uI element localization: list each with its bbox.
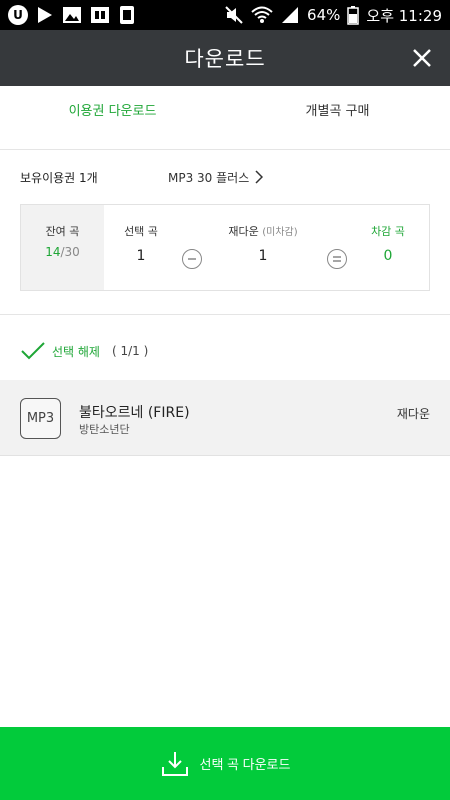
close-button[interactable]	[408, 44, 436, 72]
deselect-toggle[interactable]: 선택 해제 ( 1/1 )	[20, 338, 148, 364]
play-icon	[38, 7, 52, 23]
minus-icon	[182, 249, 202, 269]
deselect-label: 선택 해제	[52, 344, 100, 359]
wifi-icon	[251, 6, 273, 23]
checkmark-icon	[21, 342, 45, 360]
store-icon	[91, 7, 109, 23]
mp3-icon: MP3	[20, 398, 61, 439]
remaining-used: 14	[45, 245, 61, 259]
gallery-icon	[63, 7, 81, 23]
system-icons: 64% 오후 11:29	[224, 5, 442, 26]
redownload-songs: 재다운 (미차감) 1	[221, 223, 305, 264]
notification-icons: U	[8, 5, 136, 25]
section-divider	[0, 314, 450, 315]
signal-icon	[282, 7, 299, 23]
uplus-icon: U	[8, 5, 28, 25]
remaining-total: /30	[60, 245, 80, 259]
tab-voucher-download[interactable]: 이용권 다운로드	[0, 86, 225, 149]
selection-count: ( 1/1 )	[112, 344, 148, 358]
battery-icon	[347, 6, 360, 25]
voucher-info: 보유이용권 1개 MP3 30 플러스	[20, 165, 430, 189]
voucher-count-label: 보유이용권 1개	[20, 170, 98, 185]
remaining-count: 14/30	[21, 245, 104, 259]
summary-calculation: 선택 곡 1 재다운 (미차감) 1 차감 곡 0	[104, 205, 429, 290]
download-summary: 잔여 곡 14/30 선택 곡 1 재다운 (미차감) 1 차감 곡 0	[20, 204, 430, 291]
redownload-value: 1	[258, 248, 268, 264]
selected-value: 1	[136, 248, 146, 264]
download-button-label: 선택 곡 다운로드	[199, 757, 291, 772]
download-tabs: 이용권 다운로드 개별곡 구매	[0, 86, 450, 150]
voucher-name: MP3 30 플러스	[168, 170, 250, 185]
clock: 오후 11:29	[366, 6, 442, 25]
remaining-songs: 잔여 곡 14/30	[21, 205, 104, 290]
song-artist: 방탄소년단	[79, 423, 130, 436]
selected-songs: 선택 곡 1	[122, 223, 160, 264]
selection-count-total: /1 )	[128, 344, 149, 358]
download-icon	[161, 751, 188, 776]
mute-icon	[225, 6, 243, 24]
deduct-label: 차감 곡	[371, 225, 405, 238]
selected-label: 선택 곡	[124, 225, 158, 238]
song-title: 불타오르네 (FIRE)	[79, 405, 190, 421]
download-selected-button[interactable]: 선택 곡 다운로드	[0, 727, 450, 800]
redownload-sub: (미차감)	[262, 227, 298, 238]
status-bar: U 64% 오후 11:29	[0, 0, 450, 30]
battery-percent: 64%	[307, 6, 341, 24]
page-title: 다운로드	[184, 47, 266, 71]
selection-count-selected: 1	[120, 344, 129, 358]
deducted-songs: 차감 곡 0	[366, 223, 410, 264]
equals-icon	[327, 249, 347, 269]
close-icon	[413, 49, 431, 67]
redownload-label: 재다운	[228, 225, 259, 238]
app-header: 다운로드	[0, 30, 450, 86]
remaining-label: 잔여 곡	[45, 225, 80, 238]
chevron-right-icon	[255, 170, 264, 184]
download-status: 재다운	[396, 407, 430, 421]
deduct-value: 0	[383, 248, 393, 264]
notepad-icon	[120, 6, 134, 24]
tab-individual-purchase[interactable]: 개별곡 구매	[225, 86, 450, 149]
list-item[interactable]: MP3 불타오르네 (FIRE) 방탄소년단 재다운	[0, 380, 450, 456]
voucher-selector[interactable]: MP3 30 플러스	[168, 169, 264, 186]
